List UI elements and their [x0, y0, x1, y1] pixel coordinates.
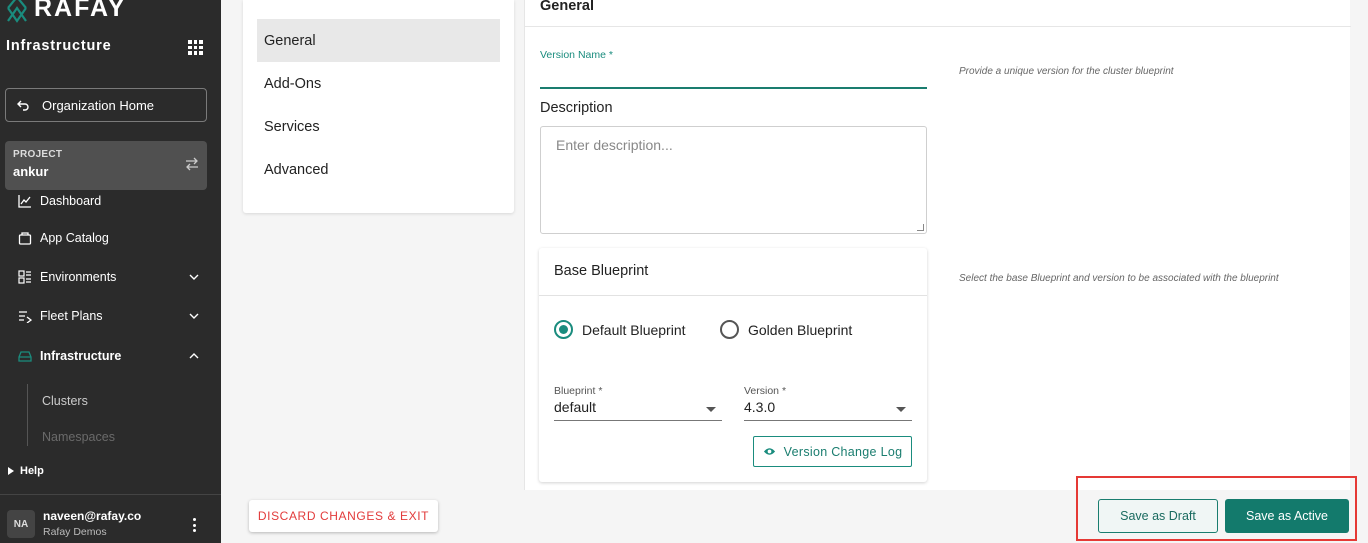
submenu-divider [27, 384, 28, 446]
catalog-icon [18, 232, 32, 245]
rafay-logo-icon [7, 0, 27, 23]
sidebar-item-app-catalog[interactable]: App Catalog [18, 228, 208, 248]
version-name-label: Version Name * [540, 49, 613, 61]
save-as-active-button[interactable]: Save as Active [1225, 499, 1349, 533]
chevron-down-icon [189, 274, 199, 280]
section-title: General [540, 0, 594, 14]
base-blueprint-hint: Select the base Blueprint and version to… [959, 273, 1279, 284]
version-name-hint: Provide a unique version for the cluster… [959, 66, 1174, 77]
base-blueprint-header: Base Blueprint [539, 248, 927, 296]
form-header: General [525, 0, 1351, 27]
sidebar: RAFAY Infrastructure Organization Home P… [0, 0, 221, 543]
swap-icon[interactable] [185, 157, 199, 171]
version-name-input[interactable] [540, 62, 927, 86]
sidebar-subitem-clusters[interactable]: Clusters [42, 394, 88, 408]
dropdown-arrow-icon [706, 407, 716, 412]
blueprint-select[interactable]: Blueprint * default [554, 385, 722, 421]
chart-icon [18, 195, 31, 208]
sidebar-item-label: Environments [40, 270, 117, 284]
discard-changes-button[interactable]: DISCARD CHANGES & EXIT [249, 500, 438, 532]
sidebar-item-fleet-plans[interactable]: Fleet Plans [18, 306, 208, 326]
environments-icon [18, 270, 31, 284]
dropdown-arrow-icon [896, 407, 906, 412]
base-blueprint-title: Base Blueprint [554, 263, 649, 279]
sidebar-item-label: App Catalog [40, 231, 109, 245]
version-label: Version * [744, 385, 787, 397]
general-form: General Version Name * Provide a unique … [524, 0, 1351, 490]
project-name: ankur [13, 164, 49, 179]
radio-default-blueprint[interactable]: Default Blueprint [554, 320, 686, 339]
organization-home-button[interactable]: Organization Home [5, 88, 207, 122]
version-change-log-button[interactable]: Version Change Log [753, 436, 912, 467]
blueprint-label: Blueprint * [554, 385, 603, 397]
chevron-up-icon [189, 353, 199, 359]
description-label: Description [540, 100, 613, 116]
sidebar-item-environments[interactable]: Environments [18, 267, 208, 287]
section-tabs: General Add-Ons Services Advanced [243, 0, 514, 213]
description-textarea[interactable]: Enter description... [540, 126, 927, 234]
fleet-plans-icon [19, 311, 32, 323]
more-options-icon[interactable] [193, 518, 197, 532]
rafay-logo[interactable]: RAFAY [6, 0, 126, 23]
radio-label: Default Blueprint [582, 321, 686, 338]
app-title: Infrastructure [6, 38, 112, 54]
infrastructure-icon [18, 351, 32, 362]
project-selector[interactable]: PROJECT ankur [5, 141, 207, 190]
description-placeholder: Enter description... [556, 137, 673, 153]
version-select[interactable]: Version * 4.3.0 [744, 385, 912, 421]
project-label: PROJECT [13, 149, 63, 160]
help-toggle[interactable]: Help [8, 465, 44, 477]
radio-golden-blueprint[interactable]: Golden Blueprint [720, 320, 852, 339]
sidebar-item-infrastructure[interactable]: Infrastructure [18, 346, 208, 366]
radio-unselected-icon [720, 320, 739, 339]
tab-advanced[interactable]: Advanced [257, 148, 500, 191]
tab-add-ons[interactable]: Add-Ons [257, 62, 500, 105]
base-blueprint-card: Base Blueprint Default Blueprint Golden … [539, 248, 927, 482]
version-change-log-label: Version Change Log [783, 444, 903, 459]
user-email: naveen@rafay.co [43, 509, 142, 523]
sidebar-item-label: Fleet Plans [40, 309, 103, 323]
version-name-underline [540, 87, 927, 89]
radio-selected-icon [554, 320, 573, 339]
resize-handle[interactable] [917, 224, 924, 231]
save-as-draft-button[interactable]: Save as Draft [1098, 499, 1218, 533]
caret-right-icon [8, 467, 14, 475]
chevron-down-icon [189, 313, 199, 319]
organization-home-label: Organization Home [42, 97, 154, 113]
tab-general[interactable]: General [257, 19, 500, 62]
blueprint-value: default [554, 399, 597, 415]
back-arrow-icon [17, 100, 29, 111]
sidebar-item-label: Infrastructure [40, 349, 122, 363]
help-label: Help [20, 465, 44, 477]
sidebar-subitem-namespaces[interactable]: Namespaces [42, 430, 115, 444]
radio-label: Golden Blueprint [748, 321, 853, 338]
avatar[interactable]: NA [7, 510, 35, 538]
sidebar-item-label: Dashboard [40, 194, 102, 208]
app-grid-icon[interactable] [188, 40, 203, 55]
user-org: Rafay Demos [43, 526, 107, 538]
version-value: 4.3.0 [744, 399, 776, 415]
eye-icon [763, 448, 775, 455]
logo-text: RAFAY [34, 0, 127, 22]
user-profile: NA naveen@rafay.co Rafay Demos [0, 494, 221, 543]
tab-services[interactable]: Services [257, 105, 500, 148]
sidebar-item-dashboard[interactable]: Dashboard [18, 191, 208, 211]
